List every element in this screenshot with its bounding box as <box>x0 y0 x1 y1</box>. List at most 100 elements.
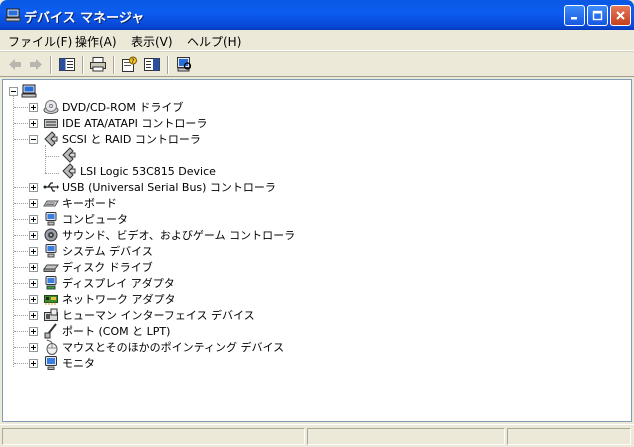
title-bar[interactable]: デバイス マネージャ <box>0 0 634 30</box>
tree-expander[interactable] <box>29 183 38 192</box>
maximize-icon <box>592 10 603 21</box>
tree-item-disk-drives[interactable]: ディスク ドライブ <box>43 259 153 275</box>
network-adapter-icon <box>44 295 58 305</box>
tree-expander[interactable] <box>29 279 38 288</box>
svg-text:?: ? <box>131 58 134 65</box>
computer-icon[interactable] <box>21 83 37 99</box>
menu-action[interactable]: 操作(A) <box>75 33 117 50</box>
tree-item-keyboard[interactable]: キーボード <box>43 195 117 211</box>
tree-expander[interactable] <box>29 343 38 352</box>
device-manager-window: デバイス マネージャ ファイル(F) 操作(A) 表示(V) ヘルプ(H) ? … <box>0 0 634 447</box>
status-pane <box>2 428 305 445</box>
hid-icon <box>44 308 58 321</box>
tree-item-label: ヒューマン インターフェイス デバイス <box>62 309 255 322</box>
ide-controller-icon <box>44 119 58 128</box>
cdrom-icon <box>43 100 59 114</box>
tree-item-label: IDE ATA/ATAPI コントローラ <box>62 117 208 130</box>
status-pane <box>507 428 631 445</box>
tree-expander[interactable] <box>29 327 38 336</box>
scsi-icon <box>62 147 76 163</box>
tree-item-label: システム デバイス <box>62 245 153 258</box>
tree-item-ide-controller[interactable]: IDE ATA/ATAPI コントローラ <box>43 115 207 131</box>
toolbar-separator <box>82 56 84 74</box>
scsi-device-icon <box>62 163 76 179</box>
tree-item-system-devices[interactable]: システム デバイス <box>43 243 153 259</box>
tree-guide-line <box>45 145 46 173</box>
tree-item-label: キーボード <box>62 197 117 210</box>
back-arrow-icon[interactable] <box>6 56 24 73</box>
tree-item-monitors[interactable]: モニタ <box>43 355 95 371</box>
tree-item-usb[interactable]: USB (Universal Serial Bus) コントローラ <box>43 179 276 195</box>
toolbar-separator <box>113 56 115 74</box>
usb-icon <box>43 182 59 192</box>
properties-icon[interactable]: ? <box>120 56 138 73</box>
status-bar <box>0 424 634 447</box>
status-pane <box>307 428 505 445</box>
toolbar-separator <box>50 56 52 74</box>
close-button[interactable] <box>610 5 631 26</box>
minimize-icon <box>571 17 577 20</box>
help-pane-icon[interactable] <box>143 56 161 73</box>
system-device-icon <box>45 244 57 258</box>
tree-expander[interactable] <box>29 199 38 208</box>
tree-expander[interactable] <box>29 135 38 144</box>
menu-file[interactable]: ファイル(F) <box>8 33 72 50</box>
tree-item-network-adapters[interactable]: ネットワーク アダプタ <box>43 291 176 307</box>
tree-item-lsi-logic[interactable]: LSI Logic 53C815 Device <box>61 163 216 179</box>
computer-icon <box>45 212 57 226</box>
tree-item-scsi-raid[interactable]: SCSI と RAID コントローラ <box>43 131 201 147</box>
monitor-icon <box>45 356 57 370</box>
tree-item-hid[interactable]: ヒューマン インターフェイス デバイス <box>43 307 255 323</box>
tree-item-label: USB (Universal Serial Bus) コントローラ <box>62 181 276 194</box>
show-hide-tree-icon[interactable] <box>58 56 76 73</box>
tree-expander[interactable] <box>29 359 38 368</box>
tree-expander[interactable] <box>29 215 38 224</box>
scsi-icon <box>44 131 58 147</box>
tree-item-label: ネットワーク アダプタ <box>62 293 176 306</box>
tree-item-label: コンピュータ <box>62 213 128 226</box>
menu-view[interactable]: 表示(V) <box>131 33 173 50</box>
tree-item-label: ディスプレイ アダプタ <box>62 277 175 290</box>
port-icon <box>44 323 57 339</box>
menu-help[interactable]: ヘルプ(H) <box>187 33 241 50</box>
tree-expander[interactable] <box>29 247 38 256</box>
keyboard-icon <box>43 200 59 207</box>
tree-expander[interactable] <box>29 231 38 240</box>
tree-item-label: LSI Logic 53C815 Device <box>80 164 216 178</box>
tree-item-label: ディスク ドライブ <box>62 261 153 274</box>
tree-item-label: サウンド、ビデオ、およびゲーム コントローラ <box>62 229 296 242</box>
tree-expander[interactable] <box>29 311 38 320</box>
tree-item-ports[interactable]: ポート (COM と LPT) <box>43 323 170 339</box>
tree-item-sound-video-game[interactable]: サウンド、ビデオ、およびゲーム コントローラ <box>43 227 295 243</box>
tree-expander[interactable] <box>29 263 38 272</box>
tree-item-label: モニタ <box>62 357 95 370</box>
tree-item-computer[interactable]: コンピュータ <box>43 211 128 227</box>
tree-guide-line <box>13 96 14 367</box>
forward-arrow-icon[interactable] <box>27 56 45 73</box>
menu-bar: ファイル(F) 操作(A) 表示(V) ヘルプ(H) <box>0 30 634 51</box>
device-tree: DVD/CD-ROM ドライブ IDE ATA/ATAPI コントローラ SCS… <box>2 79 632 422</box>
disk-drive-icon <box>43 264 59 272</box>
mouse-icon <box>46 339 58 355</box>
scan-hardware-icon[interactable] <box>175 56 193 73</box>
tree-expander[interactable] <box>29 295 38 304</box>
tree-item-label: マウスとそのほかのポインティング デバイス <box>62 341 285 354</box>
tree-item-label: DVD/CD-ROM ドライブ <box>62 101 184 114</box>
close-icon <box>616 11 625 20</box>
tree-item-label: SCSI と RAID コントローラ <box>62 133 201 146</box>
tree-item-mouse[interactable]: マウスとそのほかのポインティング デバイス <box>43 339 284 355</box>
minimize-button[interactable] <box>564 5 585 26</box>
tree-item-label: ポート (COM と LPT) <box>62 325 171 338</box>
tree-item-display-adapters[interactable]: ディスプレイ アダプタ <box>43 275 175 291</box>
tree-item-dvd-cdrom[interactable]: DVD/CD-ROM ドライブ <box>43 99 183 115</box>
tree-item-scsi-child[interactable] <box>61 147 77 163</box>
tree-expander[interactable] <box>29 119 38 128</box>
maximize-button[interactable] <box>587 5 608 26</box>
root-expander[interactable] <box>9 87 18 96</box>
sound-icon <box>44 228 58 242</box>
computer-icon <box>5 8 21 22</box>
tree-expander[interactable] <box>29 103 38 112</box>
toolbar-separator <box>167 56 169 74</box>
print-icon[interactable] <box>89 56 107 73</box>
window-title: デバイス マネージャ <box>24 11 145 26</box>
